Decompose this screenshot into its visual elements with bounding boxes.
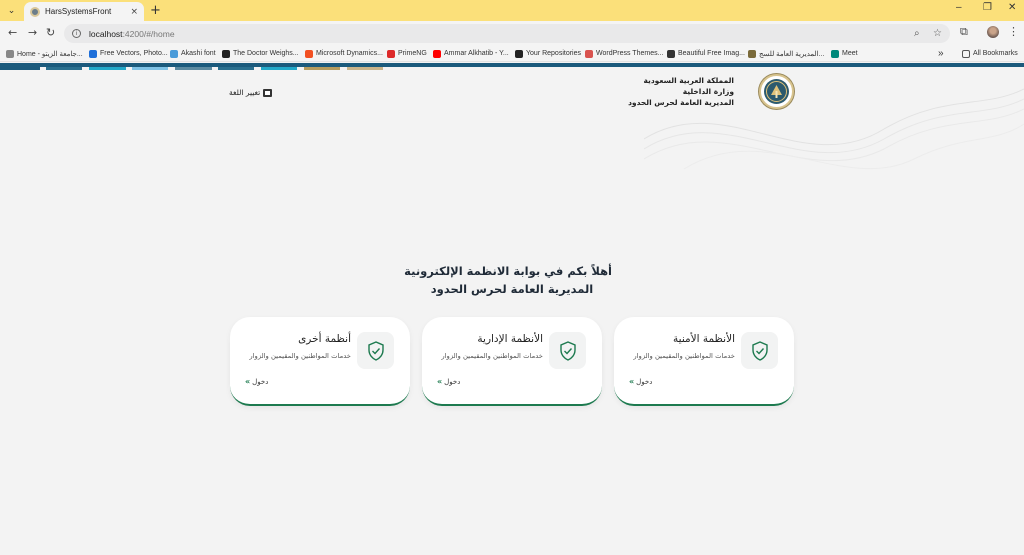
color-block <box>261 67 297 70</box>
bookmark-favicon-icon <box>6 49 14 58</box>
close-window-button[interactable]: ✕ <box>1008 2 1016 13</box>
color-block <box>304 67 340 70</box>
bookmark-favicon-icon <box>305 49 313 58</box>
card-description: خدمات المواطنين والمقيمين والزوار <box>441 352 543 360</box>
bookmark-favicon-icon <box>748 49 756 58</box>
border-guard-emblem <box>759 74 794 109</box>
shield-check-icon <box>549 332 586 369</box>
reload-icon[interactable]: ↻ <box>46 26 55 40</box>
url-text: localhost:4200/#/home <box>89 28 175 39</box>
enter-link[interactable]: دخول » <box>629 377 652 386</box>
page-content: المملكة العربية السعودية وزارة الداخلية … <box>0 63 1024 555</box>
color-block <box>218 67 254 70</box>
enter-link[interactable]: دخول » <box>245 377 268 386</box>
color-blocks-strip <box>0 67 420 70</box>
bookmark-item[interactable]: Your Repositories <box>515 47 581 60</box>
folder-icon <box>962 49 970 58</box>
zoom-icon[interactable]: ⌕ <box>914 24 920 43</box>
gov-line-kingdom: المملكة العربية السعودية <box>643 76 734 85</box>
bookmark-item[interactable]: Meet <box>831 47 858 60</box>
double-chevron-icon: » <box>245 377 251 386</box>
menu-kebab-icon[interactable]: ⋮ <box>1008 25 1019 39</box>
enter-link[interactable]: دخول » <box>437 377 460 386</box>
color-block <box>0 67 40 70</box>
enter-link-label: دخول <box>636 377 653 386</box>
tab-title: HarsSystemsFront <box>45 7 112 16</box>
extensions-icon[interactable]: ⧉ <box>960 25 968 39</box>
browser-tab[interactable]: HarsSystemsFront × <box>24 2 144 21</box>
bookmark-item[interactable]: Home - جامعة الزيتو... <box>6 47 83 60</box>
bookmark-favicon-icon <box>89 49 97 58</box>
color-block <box>46 67 82 70</box>
color-block <box>347 67 383 70</box>
color-block <box>132 67 168 70</box>
bookmark-star-icon[interactable]: ☆ <box>933 24 942 43</box>
color-block <box>175 67 212 70</box>
bookmark-item[interactable]: Beautiful Free Imag... <box>667 47 745 60</box>
bookmark-favicon-icon <box>585 49 593 58</box>
bookmark-favicon-icon <box>222 49 230 58</box>
profile-avatar[interactable] <box>987 26 999 38</box>
bookmark-favicon-icon <box>667 49 675 58</box>
government-title: المملكة العربية السعودية وزارة الداخلية … <box>628 75 734 108</box>
address-bar[interactable]: i localhost:4200/#/home ⌕ ☆ <box>64 24 950 43</box>
card-security-systems[interactable]: الأنظمة الأمنية خدمات المواطنين والمقيمي… <box>614 317 794 406</box>
bookmark-item[interactable]: PrimeNG <box>387 47 427 60</box>
card-title: الأنظمة الأمنية <box>673 333 735 345</box>
card-other-systems[interactable]: أنظمة أخرى خدمات المواطنين والمقيمين وال… <box>230 317 410 406</box>
bookmarks-bar: Home - جامعة الزيتو... Free Vectors, Pho… <box>0 45 1024 62</box>
language-toggle-label: تغيير اللغة <box>229 88 261 97</box>
gov-line-ministry: وزارة الداخلية <box>682 87 734 96</box>
bookmark-favicon-icon <box>387 49 395 58</box>
enter-link-label: دخول <box>444 377 461 386</box>
bookmark-item[interactable]: WordPress Themes... <box>585 47 663 60</box>
bookmark-item[interactable]: Akashi font <box>170 47 216 60</box>
bookmark-favicon-icon <box>170 49 178 58</box>
card-description: خدمات المواطنين والمقيمين والزوار <box>249 352 351 360</box>
all-bookmarks-button[interactable]: All Bookmarks <box>962 47 1018 60</box>
bookmark-favicon-icon <box>433 49 441 58</box>
welcome-line-1: أهلاً بكم في بوابة الانظمة الإلكترونية <box>404 264 612 278</box>
shield-check-icon <box>741 332 778 369</box>
card-title: أنظمة أخرى <box>298 333 351 345</box>
bookmark-item[interactable]: Ammar Alkhatib - Y... <box>433 47 509 60</box>
bookmark-item[interactable]: Microsoft Dynamics... <box>305 47 383 60</box>
gov-line-directorate: المديرية العامة لحرس الحدود <box>628 98 734 107</box>
card-title: الأنظمة الإدارية <box>477 333 543 345</box>
double-chevron-icon: » <box>437 377 443 386</box>
enter-link-label: دخول <box>252 377 269 386</box>
color-block <box>89 67 126 70</box>
bookmarks-overflow-button[interactable]: » <box>938 47 944 60</box>
welcome-heading: أهلاً بكم في بوابة الانظمة الإلكترونية ا… <box>404 262 612 298</box>
shield-check-icon <box>357 332 394 369</box>
translate-icon <box>263 88 273 97</box>
browser-titlebar: ⌄ HarsSystemsFront × + – ❐ ✕ <box>0 0 1024 21</box>
bookmark-item[interactable]: Free Vectors, Photo... <box>89 47 168 60</box>
browser-toolbar: ← → ↻ i localhost:4200/#/home ⌕ ☆ ⧉ ⋮ <box>0 21 1024 45</box>
minimize-button[interactable]: – <box>956 2 962 13</box>
bookmark-favicon-icon <box>515 49 523 58</box>
tab-close-icon[interactable]: × <box>130 7 138 17</box>
bookmark-item[interactable]: المديرية العامة للسج... <box>748 47 824 60</box>
forward-arrow-icon[interactable]: → <box>28 26 37 40</box>
maximize-button[interactable]: ❐ <box>983 2 992 13</box>
bookmark-favicon-icon <box>831 49 839 58</box>
back-arrow-icon[interactable]: ← <box>8 26 17 40</box>
tab-search-icon[interactable]: ⌄ <box>4 3 19 18</box>
double-chevron-icon: » <box>629 377 635 386</box>
new-tab-button[interactable]: + <box>150 3 161 18</box>
welcome-line-2: المديرية العامة لحرس الحدود <box>430 282 594 296</box>
emblem-inner <box>764 79 789 104</box>
language-toggle[interactable]: تغيير اللغة <box>229 88 273 97</box>
site-info-icon[interactable]: i <box>72 29 81 38</box>
tab-favicon-icon <box>30 6 40 17</box>
card-description: خدمات المواطنين والمقيمين والزوار <box>633 352 735 360</box>
card-administrative-systems[interactable]: الأنظمة الإدارية خدمات المواطنين والمقيم… <box>422 317 602 406</box>
bookmark-item[interactable]: The Doctor Weighs... <box>222 47 299 60</box>
